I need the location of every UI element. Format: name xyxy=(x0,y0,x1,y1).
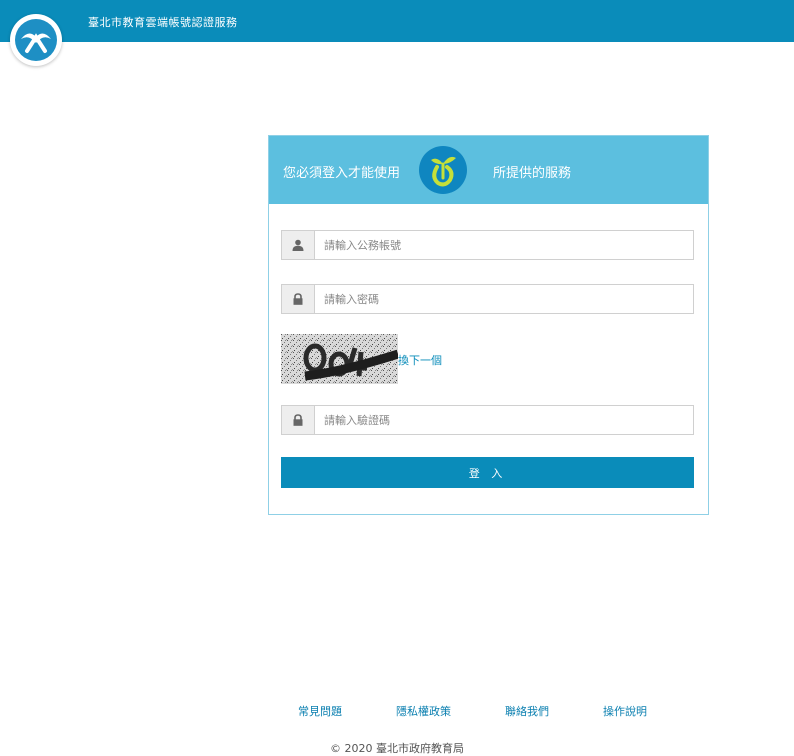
footer-link-contact[interactable]: 聯絡我們 xyxy=(505,703,549,719)
footer-link-faq[interactable]: 常見問題 xyxy=(298,703,342,719)
password-input[interactable] xyxy=(324,285,684,313)
login-heading-before: 您必須登入才能使用 xyxy=(283,166,401,181)
login-button[interactable]: 登 入 xyxy=(281,457,694,488)
captcha-code-input[interactable] xyxy=(324,406,684,434)
password-field xyxy=(281,284,694,314)
copyright: © 2020 臺北市政府教育局 xyxy=(330,742,464,755)
username-field xyxy=(281,230,694,260)
login-panel-header: 您必須登入才能使用 所提供的服務 xyxy=(269,136,708,204)
footer-links: 常見問題 隱私權政策 聯絡我們 操作說明 xyxy=(0,703,794,723)
app-sprout-logo-icon xyxy=(419,146,467,194)
captcha-image xyxy=(281,334,398,384)
captcha-refresh-link[interactable]: 換下一個 xyxy=(398,352,442,368)
site-title: 臺北市教育雲端帳號認證服務 xyxy=(88,16,238,29)
footer-link-guide[interactable]: 操作說明 xyxy=(603,703,647,719)
lock-icon xyxy=(282,285,315,313)
user-icon xyxy=(282,231,315,259)
lock-icon xyxy=(282,406,315,434)
footer-link-privacy[interactable]: 隱私權政策 xyxy=(396,703,451,719)
username-input[interactable] xyxy=(324,231,684,259)
captcha-code-field xyxy=(281,405,694,435)
taipei-edu-logo-icon[interactable] xyxy=(10,14,62,66)
login-heading-after: 所提供的服務 xyxy=(493,166,572,181)
top-bar: 臺北市教育雲端帳號認證服務 xyxy=(0,0,794,42)
login-panel: 您必須登入才能使用 所提供的服務 請輸入公務帳號 換下一個 請輸入驗證碼 登 入 xyxy=(268,135,709,515)
